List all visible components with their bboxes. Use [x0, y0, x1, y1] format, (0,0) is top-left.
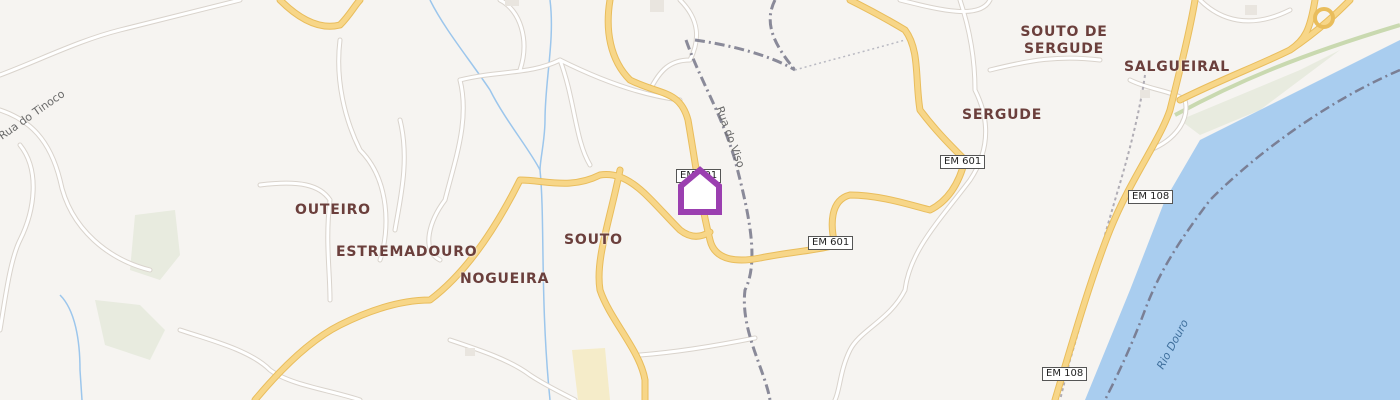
road-shield-em108: EM 108 — [1128, 190, 1174, 204]
place-label-estremadouro: ESTREMADOURO — [336, 244, 478, 260]
place-label-nogueira: NOGUEIRA — [460, 271, 550, 287]
sand-area — [572, 348, 610, 400]
place-label-salgueiral: SALGUEIRAL — [1124, 59, 1231, 75]
street-label-rua-do-viso: Rua do Viso — [713, 105, 747, 170]
place-label-sergude: SERGUDE — [962, 107, 1043, 123]
place-label-souto-de-sergude: SOUTO DE SERGUDE — [1020, 24, 1108, 58]
road-shield-em601: EM 601 — [940, 155, 986, 169]
map-canvas[interactable]: Rua do Tinoco Rua do Viso Rio Douro OUTE… — [0, 0, 1400, 400]
road-shield-em108: EM 108 — [1042, 367, 1088, 381]
place-label-line: SOUTO DE — [1020, 24, 1108, 40]
place-label-line: SERGUDE — [1023, 41, 1105, 57]
road-shield-em601: EM 601 — [808, 236, 854, 250]
place-label-outeiro: OUTEIRO — [295, 202, 371, 218]
minor-roads — [0, 0, 1292, 400]
place-label-souto: SOUTO — [564, 232, 623, 248]
home-marker-icon[interactable] — [676, 166, 724, 216]
